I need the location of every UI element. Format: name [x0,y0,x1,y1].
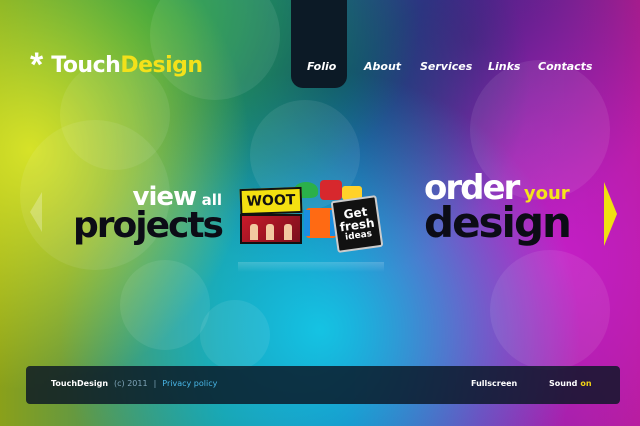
fresh-line-3: ideas [344,229,373,243]
footer-bar: TouchDesign (c) 2011 | Privacy policy Fulls… [26,366,620,404]
photo-figure [250,224,258,240]
bokeh-circle [490,250,610,370]
footer-info: TouchDesign (c) 2011 | Privacy policy [51,379,217,388]
nav-item-links[interactable]: Links [488,60,520,73]
sound-state: on [580,379,592,388]
bokeh-circle [120,260,210,350]
sound-label: Sound [549,379,578,388]
chevron-right-icon[interactable] [604,182,617,246]
order-your-design-link[interactable]: order your design [424,168,604,244]
design-word: design [424,198,572,247]
nav-item-contacts[interactable]: Contacts [538,60,592,73]
privacy-policy-link[interactable]: Privacy policy [162,379,217,388]
main-nav: Folio About Services Links Contacts [0,60,640,76]
collage-photo-card [240,214,302,244]
footer-separator: | [153,379,157,388]
photo-figure [266,224,274,240]
portfolio-collage[interactable]: WOOT Get fresh ideas [238,180,384,264]
footer-brand: TouchDesign [51,379,109,388]
collage-fresh-ideas-card: Get fresh ideas [330,195,384,253]
chevron-left-icon[interactable] [30,192,42,232]
fullscreen-button[interactable]: Fullscreen [471,379,517,388]
bokeh-circle [200,300,270,370]
nav-item-services[interactable]: Services [420,60,472,73]
photo-figure [284,224,292,240]
nav-item-folio[interactable]: Folio [307,60,336,73]
nav-item-about[interactable]: About [364,60,401,73]
collage-reflection [238,262,384,272]
view-all-projects-link[interactable]: view all projects [72,182,224,246]
sound-toggle[interactable]: Sound on [549,379,592,388]
collage-woot-card: WOOT [239,186,303,216]
collage-blue-tile [304,210,310,236]
collage-red-tile [320,180,342,200]
projects-word: projects [73,205,224,246]
footer-copyright: (c) 2011 [114,379,148,388]
